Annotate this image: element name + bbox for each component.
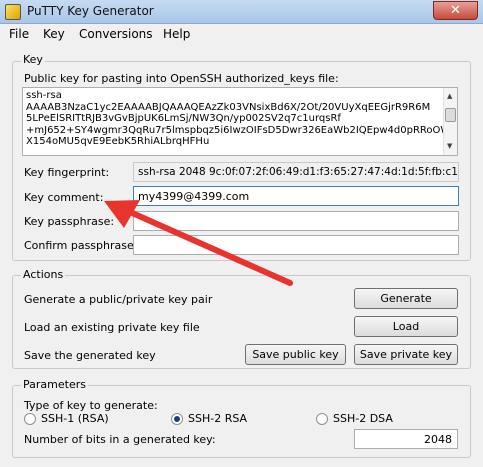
arrow-shaft — [127, 209, 293, 286]
annotation-arrow — [104, 200, 293, 286]
